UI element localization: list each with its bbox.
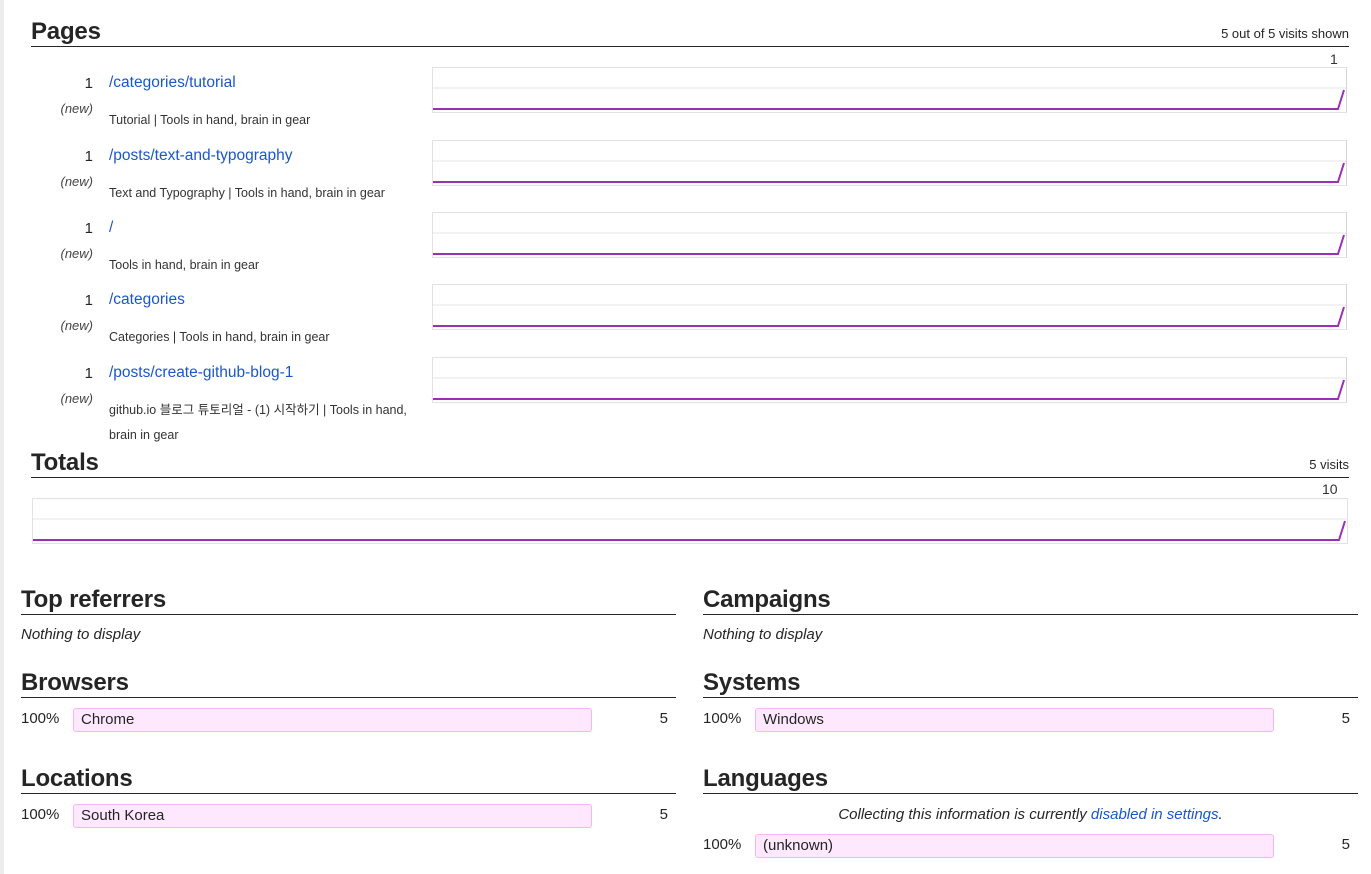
browser-bar: Chrome <box>73 708 592 732</box>
browser-row[interactable]: 100% Chrome 5 <box>21 708 676 732</box>
pages-summary: 5 out of 5 visits shown <box>1221 26 1349 41</box>
language-row[interactable]: 100% (unknown) 5 <box>703 834 1358 858</box>
totals-max-label: 10 <box>1322 481 1338 497</box>
browser-percent: 100% <box>21 710 60 727</box>
totals-header: Totals 5 visits <box>31 443 1349 478</box>
language-count: 5 <box>1341 836 1350 853</box>
sparkline-svg <box>433 232 1346 255</box>
top-referrers-heading: Top referrers <box>21 586 167 613</box>
campaigns-empty: Nothing to display <box>703 626 823 643</box>
page-new-badge: (new) <box>60 391 93 406</box>
location-percent: 100% <box>21 806 60 823</box>
page-row: 1 (new) /posts/text-and-typography Text … <box>31 140 1349 212</box>
page-row: 1 (new) /categories Categories | Tools i… <box>31 284 1349 356</box>
location-count: 5 <box>659 806 668 823</box>
locations-header: Locations <box>21 759 676 794</box>
sparkline-series <box>433 379 1345 400</box>
page-title: Text and Typography | Tools in hand, bra… <box>109 186 385 200</box>
page-row: 1 (new) / Tools in hand, brain in gear <box>31 212 1349 284</box>
languages-heading: Languages <box>703 765 828 792</box>
system-count: 5 <box>1341 710 1350 727</box>
page-new-badge: (new) <box>60 101 93 116</box>
systems-header: Systems <box>703 663 1358 698</box>
browsers-header: Browsers <box>21 663 676 698</box>
page-sparkline <box>432 140 1347 186</box>
location-row[interactable]: 100% South Korea 5 <box>21 804 676 828</box>
sparkline-series <box>433 306 1345 327</box>
totals-heading: Totals <box>31 449 99 476</box>
top-referrers-empty: Nothing to display <box>21 626 141 643</box>
disabled-in-settings-link[interactable]: disabled in settings <box>1091 806 1219 823</box>
system-row[interactable]: 100% Windows 5 <box>703 708 1358 732</box>
page-sparkline <box>432 212 1347 258</box>
page-sparkline <box>432 284 1347 330</box>
sparkline-svg <box>33 518 1347 541</box>
page-path-link[interactable]: / <box>109 219 113 237</box>
languages-notice-text: Collecting this information is currently <box>838 806 1091 823</box>
page-row: 1 (new) /posts/create-github-blog-1 gith… <box>31 357 1349 442</box>
system-bar: Windows <box>755 708 1274 732</box>
location-bar: South Korea <box>73 804 592 828</box>
page-row: 1 (new) /categories/tutorial Tutorial | … <box>31 67 1349 139</box>
browser-count: 5 <box>659 710 668 727</box>
sparkline-series <box>433 234 1345 255</box>
page-sparkline <box>432 357 1347 403</box>
page-new-badge: (new) <box>60 318 93 333</box>
page-sparkline <box>432 67 1347 113</box>
page-visit-count: 1 <box>84 292 93 309</box>
languages-notice-end: . <box>1218 806 1223 823</box>
campaigns-heading: Campaigns <box>703 586 831 613</box>
totals-chart <box>32 498 1348 544</box>
languages-notice: Collecting this information is currently… <box>703 806 1358 823</box>
top-referrers-header: Top referrers <box>21 580 676 615</box>
locations-heading: Locations <box>21 765 133 792</box>
sparkline-svg <box>433 87 1346 110</box>
sparkline-series <box>433 89 1345 110</box>
language-percent: 100% <box>703 836 742 853</box>
systems-heading: Systems <box>703 669 801 696</box>
sparkline-svg <box>433 160 1346 183</box>
page-title: Categories | Tools in hand, brain in gea… <box>109 330 330 344</box>
page-title: Tools in hand, brain in gear <box>109 258 260 272</box>
page-visit-count: 1 <box>84 365 93 382</box>
page-title: Tutorial | Tools in hand, brain in gear <box>109 113 311 127</box>
system-percent: 100% <box>703 710 742 727</box>
left-border <box>0 0 4 874</box>
page-path-link[interactable]: /posts/create-github-blog-1 <box>109 364 293 382</box>
page-path-link[interactable]: /categories/tutorial <box>109 74 236 92</box>
browsers-heading: Browsers <box>21 669 129 696</box>
page-visit-count: 1 <box>84 148 93 165</box>
sparkline-series <box>433 162 1345 183</box>
languages-header: Languages <box>703 759 1358 794</box>
page-new-badge: (new) <box>60 174 93 189</box>
pages-heading: Pages <box>31 18 101 45</box>
page-path-link[interactable]: /posts/text-and-typography <box>109 147 293 165</box>
pages-max-label: 1 <box>1330 51 1338 67</box>
page-new-badge: (new) <box>60 246 93 261</box>
sparkline-svg <box>433 304 1346 327</box>
campaigns-header: Campaigns <box>703 580 1358 615</box>
pages-header: Pages 5 out of 5 visits shown <box>31 12 1349 47</box>
page-visit-count: 1 <box>84 220 93 237</box>
sparkline-svg <box>433 377 1346 400</box>
page-title: github.io 블로그 튜토리얼 - (1) 시작하기 | Tools in… <box>109 403 407 442</box>
totals-summary: 5 visits <box>1309 457 1349 472</box>
sparkline-series <box>33 520 1346 541</box>
language-bar: (unknown) <box>755 834 1274 858</box>
page-path-link[interactable]: /categories <box>109 291 185 309</box>
page-visit-count: 1 <box>84 75 93 92</box>
